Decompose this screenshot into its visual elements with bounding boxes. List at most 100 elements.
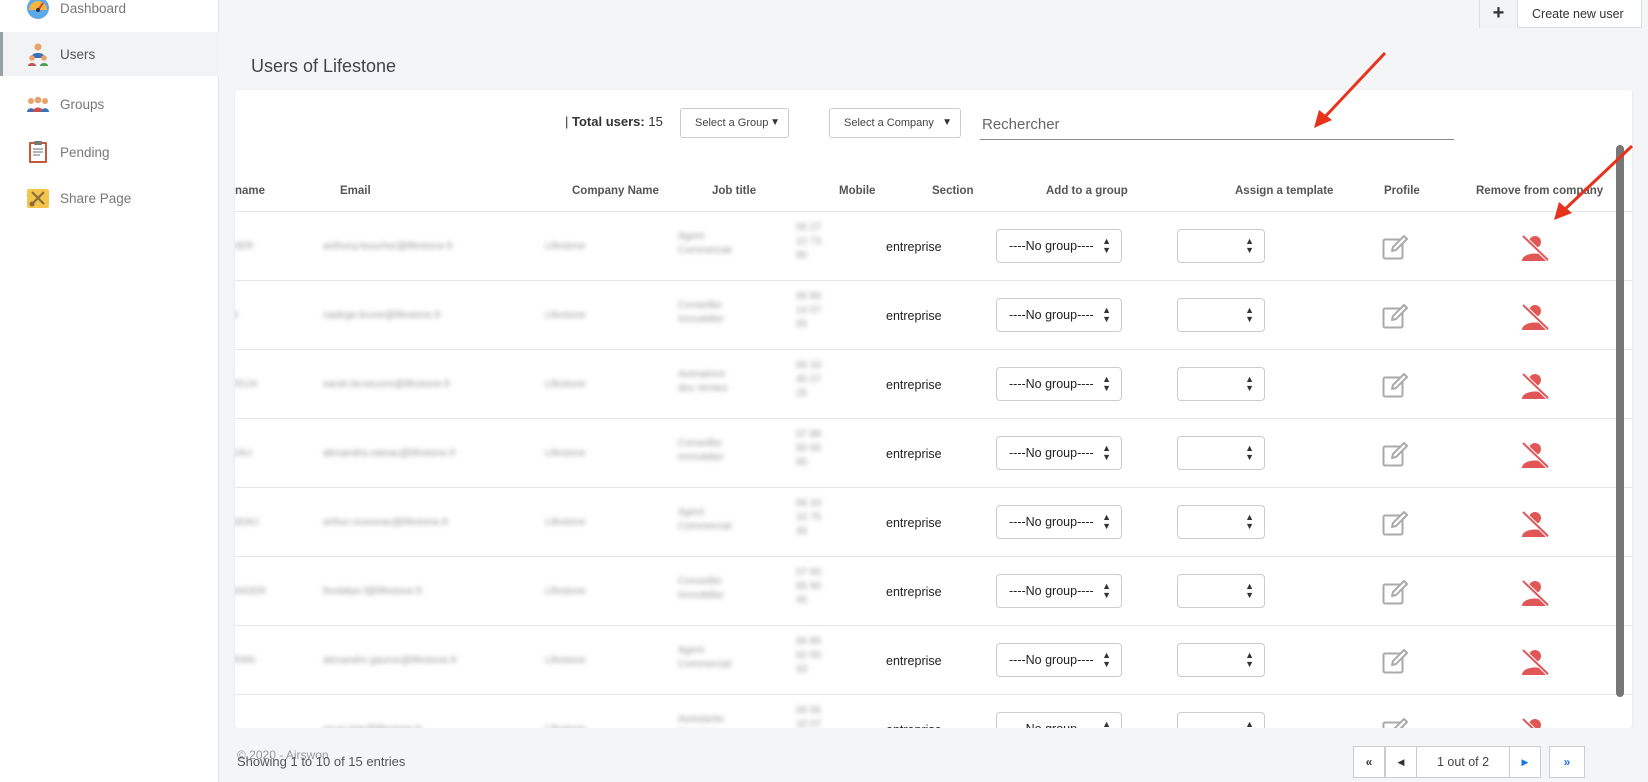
job-title-line: Conseiller (678, 438, 723, 449)
edit-profile-icon[interactable] (1382, 510, 1410, 536)
assign-template-select[interactable]: ▲▼ (1177, 229, 1265, 263)
cell-email: alexandre.gauron@lifestone.fr (323, 655, 458, 666)
page-title: Users of Lifestone (251, 56, 397, 76)
column-header-remove: Remove from company (1476, 185, 1604, 197)
cell-company: Lifestone (545, 241, 586, 252)
column-header-section[interactable]: Section (932, 185, 974, 197)
assign-template-select[interactable]: ▲▼ (1177, 574, 1265, 608)
company-select[interactable]: Select a Company ▼ (829, 108, 961, 138)
cell-company: Lifestone (545, 655, 586, 666)
first-page-button[interactable]: « (1353, 746, 1385, 778)
edit-profile-icon[interactable] (1382, 579, 1410, 605)
column-header-company[interactable]: Company Name (572, 185, 659, 197)
sidebar-item-label: Share Page (60, 190, 132, 206)
remove-user-icon[interactable] (1520, 510, 1550, 538)
chevron-down-icon: ▼ (770, 117, 780, 128)
sidebar-item-users[interactable]: Users (0, 32, 219, 76)
column-header-name[interactable]: name (235, 185, 265, 197)
edit-profile-icon[interactable] (1382, 648, 1410, 674)
add-to-group-select[interactable]: ----No group---- ▲▼ (996, 712, 1122, 728)
select-arrows-icon: ▲▼ (1102, 650, 1111, 669)
job-title-line: Commercial (678, 245, 732, 256)
cell-section: entreprise (886, 516, 942, 530)
sidebar-item-groups[interactable]: Groups (0, 82, 219, 126)
group-select-value: Select a Group (695, 117, 769, 129)
create-new-user-button[interactable]: + Create new user (1479, 0, 1642, 28)
sidebar-item-label: Pending (60, 144, 110, 160)
sidebar-item-label: Groups (60, 96, 105, 112)
cell-email: nadege.brune@lifestone.fr (323, 310, 442, 321)
remove-user-icon[interactable] (1520, 648, 1550, 676)
add-to-group-select[interactable]: ----No group---- ▲▼ (996, 367, 1122, 401)
search-input[interactable]: Rechercher (980, 106, 1454, 140)
mobile-line: 06 80 (796, 291, 822, 302)
add-to-group-select[interactable]: ----No group---- ▲▼ (996, 643, 1122, 677)
edit-profile-icon[interactable] (1382, 303, 1410, 329)
clipboard-icon (26, 140, 50, 164)
assign-template-select[interactable]: ▲▼ (1177, 505, 1265, 539)
table-scrollbar[interactable] (1616, 145, 1624, 697)
sidebar-item-dashboard[interactable]: Dashboard (0, 0, 219, 30)
edit-profile-icon[interactable] (1382, 717, 1410, 728)
column-header-job-title[interactable]: Job title (712, 185, 756, 197)
column-header-assign-template: Assign a template (1235, 185, 1334, 197)
cell-job-title: Agent Commercial (678, 506, 731, 534)
next-page-button[interactable]: ▶ (1509, 746, 1541, 778)
sidebar-item-pending[interactable]: Pending (0, 130, 219, 174)
column-header-profile: Profile (1384, 185, 1420, 197)
cell-mobile: 06 80 14 07 55 (796, 290, 821, 332)
select-arrows-icon: ▲▼ (1102, 512, 1111, 531)
mobile-line: 07 60 (796, 567, 822, 578)
add-to-group-select[interactable]: ----No group---- ▲▼ (996, 229, 1122, 263)
cell-email: alexandra.cateau@lifestone.fr (323, 448, 457, 459)
select-arrows-icon: ▲▼ (1102, 305, 1111, 324)
cell-email: sarah.lecoeuvre@lifestone.fr (323, 379, 451, 390)
group-select[interactable]: Select a Group ▼ (680, 108, 789, 138)
previous-page-button[interactable]: ◀ (1385, 746, 1417, 778)
add-to-group-select[interactable]: ----No group---- ▲▼ (996, 436, 1122, 470)
sidebar: Dashboard Users Groups Pending Share Pag… (0, 0, 219, 782)
assign-template-select[interactable]: ▲▼ (1177, 712, 1265, 728)
assign-template-select[interactable]: ▲▼ (1177, 367, 1265, 401)
select-arrows-icon: ▲▼ (1245, 443, 1254, 462)
mobile-line: 55 (796, 319, 808, 330)
remove-user-icon[interactable] (1520, 234, 1550, 262)
cell-job-title: Conseiller Immobilier (678, 299, 724, 327)
add-to-group-value: ----No group---- (1009, 239, 1094, 253)
footer: © 2020 - Airswon Showing 1 to 10 of 15 e… (219, 728, 1648, 782)
job-title-line: Assistante (678, 714, 725, 725)
cell-section: entreprise (886, 585, 942, 599)
select-arrows-icon: ▲▼ (1245, 650, 1254, 669)
column-header-mobile[interactable]: Mobile (839, 185, 875, 197)
remove-user-icon[interactable] (1520, 717, 1550, 728)
mobile-line: 06 27 (796, 222, 822, 233)
assign-template-select[interactable]: ▲▼ (1177, 436, 1265, 470)
last-page-button[interactable]: » (1549, 746, 1585, 778)
cell-section: entreprise (886, 654, 942, 668)
edit-profile-icon[interactable] (1382, 234, 1410, 260)
job-title-line: Immobilier (678, 314, 725, 325)
select-arrows-icon: ▲▼ (1102, 443, 1111, 462)
remove-user-icon[interactable] (1520, 441, 1550, 469)
assign-template-select[interactable]: ▲▼ (1177, 643, 1265, 677)
sidebar-item-share-page[interactable]: Share Page (0, 176, 219, 220)
remove-user-icon[interactable] (1520, 303, 1550, 331)
cell-job-title: Animatrice des Ventes (678, 368, 727, 396)
table-row: ITRAN alexandre.gauron@lifestone.fr Life… (235, 626, 1632, 695)
edit-profile-icon[interactable] (1382, 441, 1410, 467)
job-title-line: Conseiller (678, 576, 723, 587)
add-to-group-select[interactable]: ----No group---- ▲▼ (996, 505, 1122, 539)
cell-section: entreprise (886, 447, 942, 461)
remove-user-icon[interactable] (1520, 579, 1550, 607)
edit-profile-icon[interactable] (1382, 372, 1410, 398)
add-to-group-select[interactable]: ----No group---- ▲▼ (996, 574, 1122, 608)
cell-mobile: 06 27 12 73 80 (796, 221, 821, 263)
select-arrows-icon: ▲▼ (1102, 236, 1111, 255)
column-header-add-to-group: Add to a group (1046, 185, 1128, 197)
column-header-email[interactable]: Email (340, 185, 371, 197)
add-to-group-value: ----No group---- (1009, 515, 1094, 529)
assign-template-select[interactable]: ▲▼ (1177, 298, 1265, 332)
add-to-group-select[interactable]: ----No group---- ▲▼ (996, 298, 1122, 332)
remove-user-icon[interactable] (1520, 372, 1550, 400)
select-arrows-icon: ▲▼ (1245, 512, 1254, 531)
